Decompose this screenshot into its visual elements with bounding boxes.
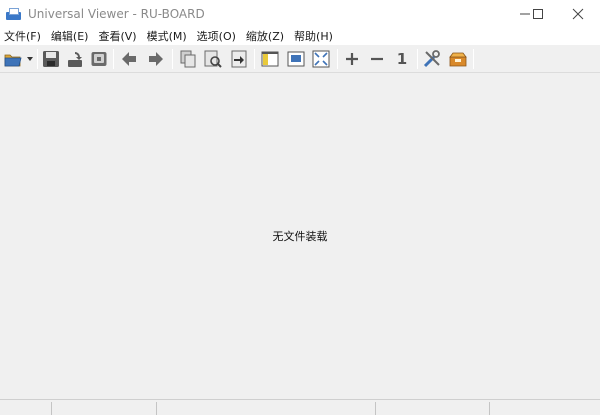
zoom-in-icon [346, 53, 358, 65]
open-button[interactable] [2, 48, 24, 70]
status-divider [489, 402, 490, 415]
save-button[interactable] [40, 48, 62, 70]
back-button[interactable] [118, 48, 140, 70]
find-button[interactable] [202, 48, 224, 70]
fit-window-button[interactable] [285, 48, 307, 70]
copy-icon [180, 50, 196, 68]
panel-view-button[interactable] [259, 48, 281, 70]
zoom-out-button[interactable] [366, 48, 388, 70]
title-bar: Universal Viewer - RU-BOARD [0, 0, 600, 28]
status-divider [51, 402, 52, 415]
status-divider [156, 402, 157, 415]
settings-tools-icon [423, 50, 440, 68]
back-arrow-icon [122, 52, 136, 66]
panel-view-icon [261, 51, 279, 67]
find-icon [204, 50, 222, 68]
zoom-out-icon [371, 57, 383, 61]
close-button[interactable] [560, 0, 596, 28]
menu-mode[interactable]: 模式(M) [142, 29, 192, 44]
menu-bar: 文件(F) 编辑(E) 查看(V) 模式(M) 选项(O) 缩放(Z) 帮助(H… [0, 28, 600, 45]
forward-arrow-icon [149, 52, 163, 66]
menu-help[interactable]: 帮助(H) [289, 29, 338, 44]
plugins-button[interactable] [447, 48, 469, 70]
no-file-message: 无文件装载 [272, 230, 328, 243]
plugins-box-icon [449, 52, 467, 67]
close-icon [572, 8, 584, 20]
open-folder-icon [4, 54, 22, 67]
menu-view[interactable]: 查看(V) [93, 29, 141, 44]
reload-button[interactable] [64, 48, 86, 70]
actual-size-button[interactable]: 1 [391, 48, 413, 70]
settings-button[interactable] [421, 48, 443, 70]
toolbar: 1 [0, 45, 600, 73]
status-bar [0, 399, 600, 415]
delete-icon [91, 52, 107, 66]
copy-button[interactable] [177, 48, 199, 70]
menu-options[interactable]: 选项(O) [192, 29, 241, 44]
menu-file[interactable]: 文件(F) [0, 29, 46, 44]
export-icon [231, 50, 247, 68]
window-title: Universal Viewer - RU-BOARD [28, 7, 205, 21]
actual-size-label: 1 [396, 50, 408, 68]
maximize-icon [533, 9, 543, 19]
dropdown-arrow-icon [27, 57, 33, 61]
fullscreen-button[interactable] [310, 48, 332, 70]
open-dropdown-button[interactable] [24, 48, 36, 70]
zoom-in-button[interactable] [341, 48, 363, 70]
viewer-area[interactable]: 无文件装载 [0, 73, 600, 399]
fullscreen-icon [312, 50, 330, 68]
forward-button[interactable] [145, 48, 167, 70]
menu-zoom[interactable]: 缩放(Z) [241, 29, 289, 44]
menu-edit[interactable]: 编辑(E) [46, 29, 94, 44]
status-divider [375, 402, 376, 415]
app-icon [6, 7, 22, 21]
export-button[interactable] [228, 48, 250, 70]
maximize-button[interactable] [520, 0, 556, 28]
save-icon [43, 51, 59, 67]
fit-window-icon [287, 51, 305, 67]
delete-button[interactable] [88, 48, 110, 70]
reload-icon [68, 52, 82, 67]
